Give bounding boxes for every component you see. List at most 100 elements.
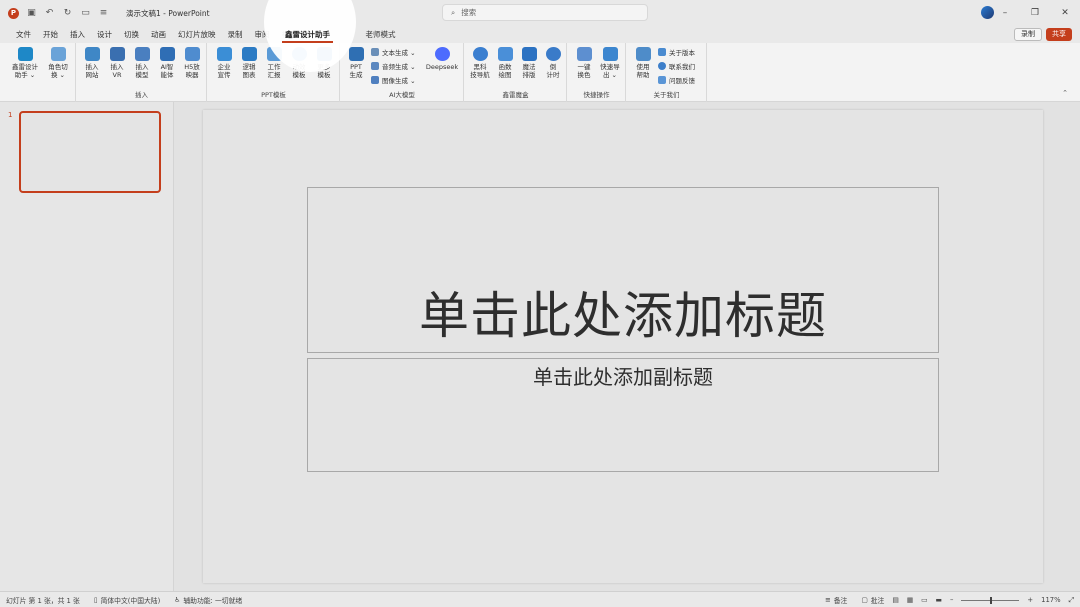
- quick-export-button[interactable]: 快速导 出 ⌄: [597, 47, 623, 79]
- ribbon-group-quick-ops: 一键 换色 快速导 出 ⌄ 快捷操作: [568, 43, 626, 102]
- assistant-button[interactable]: 鑫雷设计 助手 ⌄: [8, 47, 42, 79]
- title-placeholder-text: 单击此处添加标题: [419, 287, 827, 345]
- ppt-generate-button[interactable]: PPT 生成: [344, 47, 368, 79]
- save-icon[interactable]: ▣: [26, 8, 37, 19]
- tech-nav-button[interactable]: 黑科 技导航: [468, 47, 492, 79]
- tab-animations[interactable]: 动画: [145, 26, 172, 43]
- audio-generate-icon: [371, 62, 379, 70]
- feedback-button[interactable]: 问题反馈: [658, 75, 695, 85]
- logic-chart-button[interactable]: 逻辑 图表: [237, 47, 261, 79]
- title-bar: P ▣ ↶ ↻ ▭ ≡ 演示文稿1 - PowerPoint ⌕ 搜索 – ❐ …: [0, 0, 1080, 26]
- slideshow-view-icon[interactable]: ▬: [936, 596, 942, 604]
- sorter-view-icon[interactable]: ▦: [907, 596, 913, 604]
- magic-layout-icon: [521, 47, 537, 61]
- recolor-button[interactable]: 一键 换色: [572, 47, 596, 79]
- slide-thumbnail-pane: 1: [0, 102, 174, 591]
- subtitle-placeholder-text: 单击此处添加副标题: [533, 365, 713, 389]
- zoom-out-icon[interactable]: –: [950, 596, 953, 604]
- role-switch-button[interactable]: 角色切 换 ⌄: [46, 47, 70, 79]
- minimize-icon[interactable]: –: [990, 8, 1020, 18]
- zoom-level[interactable]: 117%: [1041, 596, 1060, 604]
- enterprise-icon: [216, 47, 232, 61]
- countdown-button[interactable]: 倒 计时: [541, 47, 565, 79]
- zoom-in-icon[interactable]: +: [1027, 596, 1033, 604]
- tab-record[interactable]: 录制: [222, 26, 249, 43]
- image-generate-button[interactable]: 图像生成 ⌄: [371, 75, 416, 85]
- search-icon: ⌕: [451, 7, 456, 17]
- tab-insert[interactable]: 插入: [64, 26, 91, 43]
- audio-generate-button[interactable]: 音频生成 ⌄: [371, 61, 416, 71]
- enterprise-promo-button[interactable]: 企业 宣传: [212, 47, 236, 79]
- zoom-slider-thumb[interactable]: [990, 596, 993, 604]
- text-generate-button[interactable]: 文本生成 ⌄: [371, 47, 416, 57]
- share-button[interactable]: 共享: [1046, 28, 1072, 41]
- contact-icon: [658, 62, 666, 70]
- comments-button[interactable]: ▢ 批注: [861, 595, 884, 605]
- ribbon-group-assistant: 鑫雷设计 助手 ⌄ 角色切 换 ⌄: [4, 43, 76, 102]
- logic-chart-icon: [241, 47, 257, 61]
- subtitle-placeholder[interactable]: 单击此处添加副标题: [307, 358, 939, 472]
- redo-icon[interactable]: ↻: [62, 8, 73, 19]
- group-label-insert: 插入: [135, 91, 148, 99]
- notes-icon: ≡: [825, 596, 831, 604]
- reading-view-icon[interactable]: ▭: [921, 596, 927, 604]
- help-icon: [635, 47, 651, 61]
- about-version-button[interactable]: 关于版本: [658, 47, 695, 57]
- customize-quick-access-icon[interactable]: ≡: [98, 8, 109, 19]
- proofing-icon: ▯: [93, 595, 98, 604]
- zoom-slider[interactable]: [961, 596, 1020, 604]
- role-switch-icon: [50, 47, 66, 61]
- tab-xinlei-assistant[interactable]: 鑫雷设计助手: [282, 26, 333, 43]
- image-generate-icon: [371, 76, 379, 84]
- ai-agent-icon: [159, 47, 175, 61]
- slide-thumbnail[interactable]: [19, 111, 161, 193]
- group-label-about: 关于我们: [653, 91, 680, 99]
- present-icon[interactable]: ▭: [80, 8, 91, 19]
- fit-to-window-icon[interactable]: ⤢: [1069, 596, 1074, 605]
- record-button[interactable]: 录制: [1014, 28, 1042, 41]
- ai-agent-button[interactable]: AI智 能体: [155, 47, 179, 79]
- deepseek-button[interactable]: Deepseek: [423, 47, 461, 71]
- insert-website-button[interactable]: 插入 网站: [80, 47, 104, 79]
- accessibility-icon: ♿: [174, 595, 181, 604]
- version-icon: [658, 48, 666, 56]
- language-indicator[interactable]: ▯ 简体中文(中国大陆): [94, 595, 160, 605]
- notes-button[interactable]: ≡ 备注: [825, 595, 847, 605]
- deepseek-icon: [434, 47, 450, 61]
- ribbon-group-insert: 插入 网站 插入 VR 插入 模型 AI智 能体 H5放 映器 插入: [77, 43, 207, 102]
- quick-export-icon: [602, 47, 618, 61]
- group-label-quick-ops: 快捷操作: [583, 91, 610, 99]
- accessibility-status[interactable]: ♿ 辅助功能: 一切就绪: [174, 595, 242, 605]
- tab-slideshow[interactable]: 幻灯片放映: [172, 26, 222, 43]
- group-label-magic-box: 鑫雷魔盒: [502, 91, 529, 99]
- title-placeholder[interactable]: 单击此处添加标题: [307, 187, 939, 353]
- model-icon: [134, 47, 150, 61]
- search-box[interactable]: ⌕ 搜索: [442, 4, 648, 21]
- maximize-icon[interactable]: ❐: [1020, 8, 1050, 18]
- tab-transitions[interactable]: 切换: [118, 26, 145, 43]
- help-button[interactable]: 使用 帮助: [631, 47, 655, 79]
- tab-design[interactable]: 设计: [91, 26, 118, 43]
- tab-home[interactable]: 开始: [37, 26, 64, 43]
- function-plot-icon: [497, 47, 513, 61]
- ppt-generate-icon: [348, 47, 364, 61]
- normal-view-icon[interactable]: ▤: [892, 596, 898, 604]
- contact-us-button[interactable]: 联系我们: [658, 61, 695, 71]
- tab-file[interactable]: 文件: [10, 26, 37, 43]
- magic-layout-button[interactable]: 魔法 排版: [517, 47, 541, 79]
- insert-vr-button[interactable]: 插入 VR: [105, 47, 129, 79]
- assistant-icon: [17, 47, 33, 61]
- h5-player-button[interactable]: H5放 映器: [180, 47, 204, 79]
- collapse-ribbon-icon[interactable]: ⌃: [1062, 89, 1068, 97]
- text-generate-icon: [371, 48, 379, 56]
- website-icon: [84, 47, 100, 61]
- ribbon-tabs: 文件 开始 插入 设计 切换 动画 幻灯片放映 录制 审阅 视图 鑫雷设计助手 …: [0, 26, 1080, 43]
- h5-icon: [184, 47, 200, 61]
- close-icon[interactable]: ✕: [1050, 8, 1080, 18]
- function-plot-button[interactable]: 函数 绘图: [493, 47, 517, 79]
- undo-icon[interactable]: ↶: [44, 8, 55, 19]
- insert-model-button[interactable]: 插入 模型: [130, 47, 154, 79]
- vr-icon: [109, 47, 125, 61]
- tab-teacher-mode[interactable]: 老师模式: [360, 26, 402, 43]
- powerpoint-logo-icon: P: [8, 7, 19, 19]
